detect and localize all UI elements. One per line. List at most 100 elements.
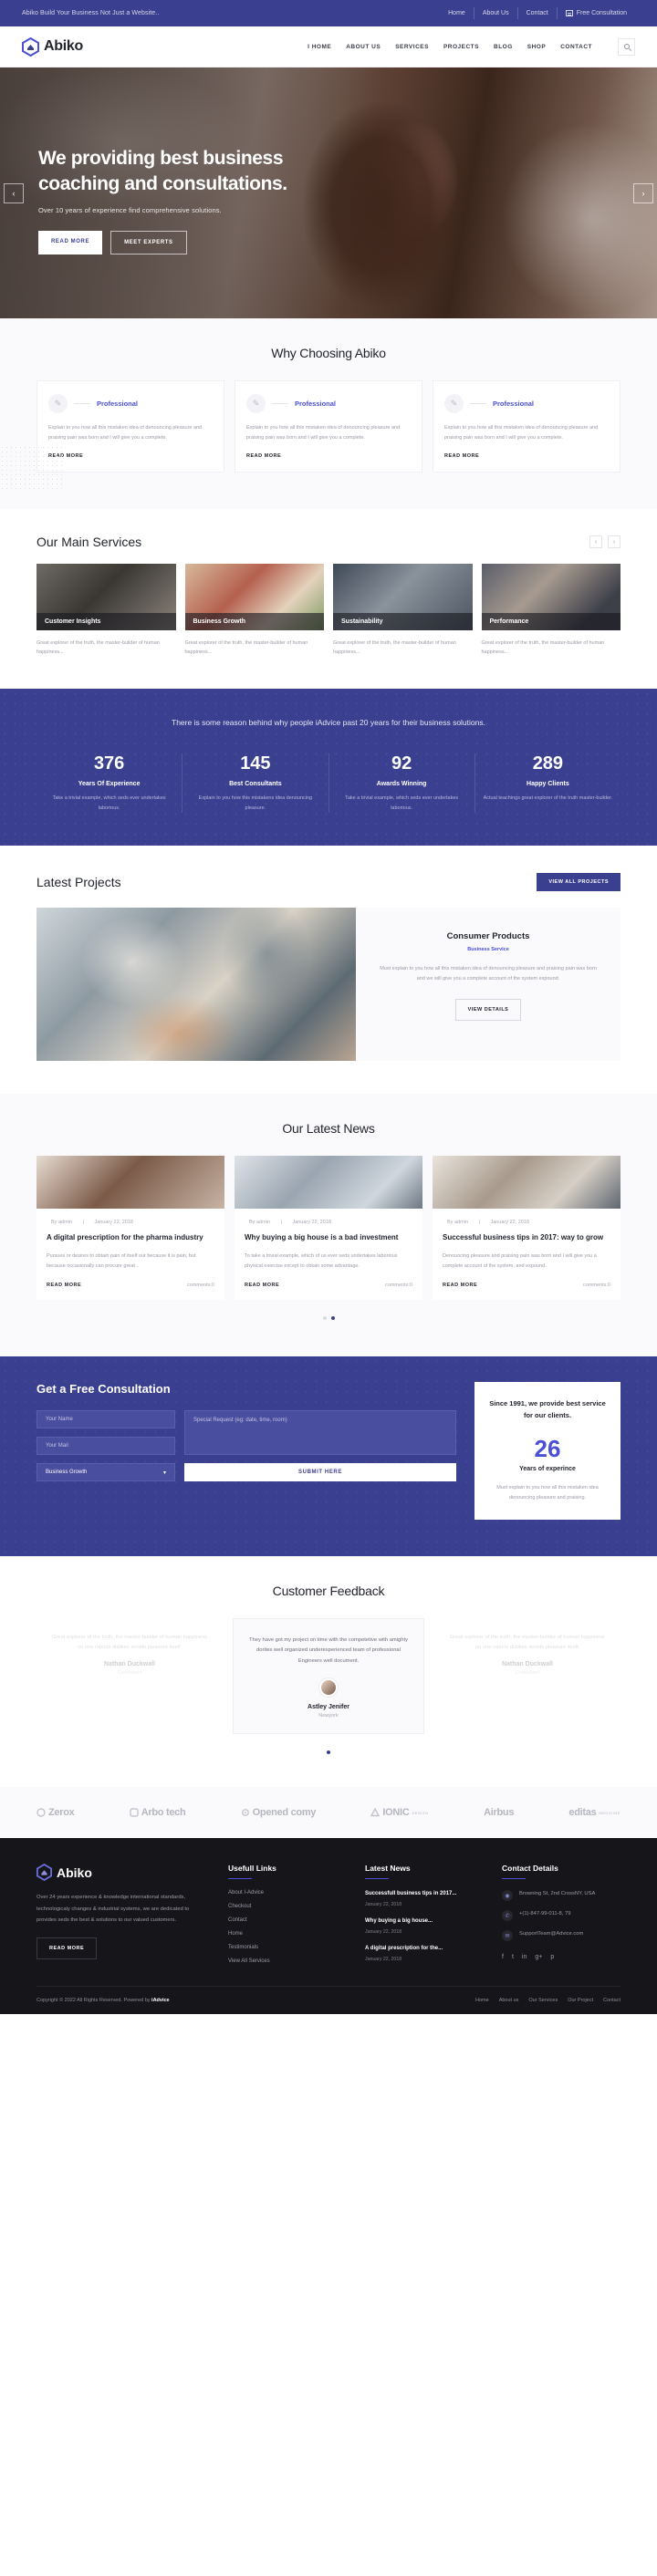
view-all-projects-button[interactable]: VIEW ALL PROJECTS [537, 873, 620, 892]
nav-shop[interactable]: SHOP [527, 44, 546, 50]
pinterest-icon[interactable]: p [550, 1954, 554, 1960]
service-card[interactable]: Business Growth Great explorer of the tr… [184, 564, 324, 658]
footer-contact-list: ◉ Browning St, 2nd CrossNY, USA ✆ +(1)-8… [502, 1890, 620, 1942]
why-card[interactable]: ✎ Professional Explain to you how all th… [36, 380, 224, 473]
topbar-link-about[interactable]: About Us [473, 7, 517, 19]
footer-link-all-services[interactable]: View All Services [228, 1958, 347, 1964]
news-body: By admin | January 22, 2018 Successful b… [433, 1209, 620, 1300]
hero-prev-arrow[interactable]: ‹ [4, 182, 24, 203]
footer-link-contact[interactable]: Contact [228, 1917, 347, 1923]
feedback-text: Great explorer of the truth, the master-… [449, 1634, 606, 1651]
footer-bottom-contact[interactable]: Contact [603, 1998, 620, 2003]
feedback-item-active[interactable]: They have got my project on time with th… [233, 1617, 424, 1735]
news-comments: comments:0 [583, 1283, 610, 1289]
hero-read-more-button[interactable]: READ MORE [38, 231, 103, 255]
news-comments: comments:0 [187, 1283, 214, 1289]
footer-news-item[interactable]: Why buying a big house... January 22, 20… [365, 1917, 484, 1935]
news-grid: By admin | January 22, 2018 A digital pr… [36, 1156, 620, 1301]
feedback-item[interactable]: Great explorer of the truth, the master-… [36, 1618, 223, 1688]
nav-blog[interactable]: BLOG [494, 44, 513, 50]
footer-bottom-project[interactable]: Our Project [568, 1998, 593, 2003]
name-field[interactable]: Your Name [36, 1410, 175, 1429]
footer-link-checkout[interactable]: Checkout [228, 1904, 347, 1909]
footer-bottom-services[interactable]: Our Services [528, 1998, 558, 2003]
topbar-free-consultation[interactable]: Free Consultation [556, 7, 635, 19]
nav-home[interactable]: I HOME [308, 44, 331, 50]
footer-news-item[interactable]: Successfull business tips in 2017... Jan… [365, 1890, 484, 1907]
search-button[interactable] [618, 37, 635, 56]
services-next-arrow[interactable]: › [608, 535, 620, 548]
news-read-more[interactable]: READ MORE [47, 1283, 81, 1288]
service-card[interactable]: Customer Insights Great explorer of the … [36, 564, 176, 658]
services-prev-arrow[interactable]: ‹ [589, 535, 602, 548]
submit-button[interactable]: SUBMIT HERE [184, 1463, 456, 1482]
service-select[interactable]: Business Growth [36, 1463, 175, 1482]
location-icon: ◉ [502, 1890, 513, 1902]
nav-projects[interactable]: PROJECTS [443, 44, 479, 50]
news-author: By admin [447, 1220, 468, 1226]
why-card-read-more[interactable]: READ MORE [246, 453, 411, 459]
brand-logo: Arbo tech [130, 1807, 186, 1818]
service-card[interactable]: Performance Great explorer of the truth,… [481, 564, 620, 658]
footer-read-more-button[interactable]: READ MORE [36, 1937, 98, 1959]
divider-line [470, 403, 486, 404]
footer-bottom-about[interactable]: About us [499, 1998, 519, 2003]
logo[interactable]: Abiko [22, 36, 83, 57]
consultation-years-number: 26 [534, 1434, 561, 1462]
why-cards: ✎ Professional Explain to you how all th… [36, 380, 620, 473]
news-meta: By admin | January 22, 2018 [47, 1220, 214, 1225]
facebook-icon[interactable]: f [502, 1954, 504, 1960]
nav-contact[interactable]: CONTACT [560, 44, 592, 50]
mail-field[interactable]: Your Mail [36, 1437, 175, 1456]
news-dot-active[interactable] [330, 1316, 335, 1321]
feedback-text: They have got my project on time with th… [249, 1636, 408, 1664]
nav-about-us[interactable]: ABOUT US [346, 44, 381, 50]
news-title[interactable]: Why buying a big house is a bad investme… [245, 1232, 412, 1243]
service-card[interactable]: Sustainability Great explorer of the tru… [333, 564, 473, 658]
site-header: Abiko I HOME ABOUT US SERVICES PROJECTS … [0, 26, 657, 68]
nav-services[interactable]: SERVICES [395, 44, 429, 50]
footer-logo[interactable]: Abiko [36, 1864, 210, 1882]
feedback-item[interactable]: Great explorer of the truth, the master-… [434, 1618, 620, 1688]
contact-phone[interactable]: ✆ +(1)-847-99-011-8, 79 [502, 1910, 620, 1922]
brand-name: editas [568, 1807, 597, 1819]
phone-icon: ✆ [502, 1910, 513, 1922]
divider-line [272, 403, 288, 404]
view-details-button[interactable]: VIEW DETAILS [454, 999, 522, 1022]
linkedin-icon[interactable]: in [522, 1954, 527, 1960]
googleplus-icon[interactable]: g+ [535, 1954, 542, 1960]
latest-projects-section: Latest Projects VIEW ALL PROJECTS Consum… [0, 846, 657, 1095]
footer-link-testimonials[interactable]: Testimonials [228, 1945, 347, 1950]
contact-email[interactable]: ✉ SupportTeam@Advice.com [502, 1930, 620, 1942]
footer-link-home[interactable]: Home [228, 1931, 347, 1937]
footer-news-item-title: Why buying a big house... [365, 1918, 433, 1925]
topbar-link-home[interactable]: Home [440, 7, 474, 19]
footer-bottom-home[interactable]: Home [475, 1998, 489, 2003]
news-card[interactable]: By admin | January 22, 2018 Why buying a… [235, 1156, 422, 1301]
why-card[interactable]: ✎ Professional Explain to you how all th… [433, 380, 620, 473]
news-dot[interactable] [322, 1316, 327, 1321]
news-read-more[interactable]: READ MORE [245, 1283, 279, 1288]
hero-slider: ‹ › We providing best business coaching … [0, 68, 657, 318]
news-title[interactable]: A digital prescription for the pharma in… [47, 1232, 214, 1243]
news-card[interactable]: By admin | January 22, 2018 Successful b… [433, 1156, 620, 1301]
footer-link-about[interactable]: About I-Advice [228, 1890, 347, 1896]
twitter-icon[interactable]: t [512, 1954, 514, 1960]
news-card[interactable]: By admin | January 22, 2018 A digital pr… [36, 1156, 224, 1301]
brand-logo: Opened comy [241, 1807, 316, 1818]
topbar-link-contact[interactable]: Contact [516, 7, 557, 19]
feedback-name: Astley Jenifer [308, 1704, 349, 1711]
project-image[interactable] [36, 908, 356, 1062]
feedback-dot-active[interactable] [327, 1750, 330, 1755]
dots-decoration [0, 445, 64, 491]
brand-row: Zerox Arbo tech Opened comy IONIC DESIGN… [36, 1807, 620, 1818]
why-card-read-more[interactable]: READ MORE [48, 453, 213, 459]
news-read-more[interactable]: READ MORE [443, 1283, 477, 1288]
hero-meet-experts-button[interactable]: MEET EXPERTS [110, 231, 187, 255]
news-title[interactable]: Successful business tips in 2017: way to… [443, 1232, 610, 1243]
hero-next-arrow[interactable]: › [633, 182, 653, 203]
why-card[interactable]: ✎ Professional Explain to you how all th… [235, 380, 422, 473]
special-request-textarea[interactable]: Special Request (eg: date, time, room) [184, 1410, 456, 1456]
footer-news-item[interactable]: A digital prescription for the... Januar… [365, 1945, 484, 1962]
why-card-read-more[interactable]: READ MORE [444, 453, 609, 459]
